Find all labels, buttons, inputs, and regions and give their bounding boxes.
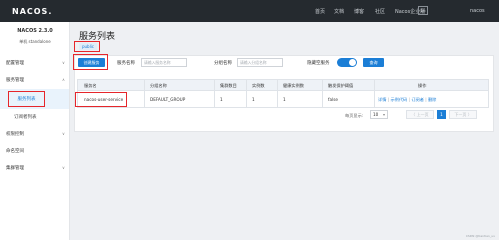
chevron-up-icon: ∧ [62,77,65,82]
user-menu[interactable]: nacos [470,8,485,14]
prev-page-button[interactable]: 〈 上一页 [406,110,434,119]
sidebar-version: NACOS 2.3.0 [17,28,53,34]
logo-text: NACOS. [12,6,53,16]
nav-home[interactable]: 首页 [315,8,325,15]
service-name-highlight [75,92,127,107]
subscribers-link[interactable]: 订阅者 [411,97,424,102]
column-header-instances: 实例数 [252,83,265,88]
page-size-value: 10 [373,112,379,117]
column-header-clusters: 集群数目 [220,83,237,88]
chevron-down-icon: ▾ [382,112,385,117]
service-name-label: 服务名称 [117,61,135,66]
instances-cell: 1 [252,97,255,102]
nacos-logo[interactable]: NACOS. [12,5,52,17]
namespace-tag[interactable]: public [79,43,97,50]
table-row: nacos-user-service DEFAULT_GROUP 1 1 1 f… [77,91,489,108]
next-page-button[interactable]: 下一页 〉 [449,110,477,119]
service-name-input[interactable]: 请输入服务名称 [141,58,187,67]
column-header-group: 分组名称 [150,83,167,88]
sidebar: NACOS 2.3.0 单机 standalone 配置管理 ∨ 服务管理 ∧ … [0,22,70,240]
nav-community[interactable]: 社区 [375,8,385,15]
top-navbar: NACOS. 首页 文档 博客 社区 Nacos企业版 En nacos [0,0,499,22]
language-switch-button[interactable]: En [418,6,428,15]
sidebar-item-access-control[interactable]: 权限控制 [6,131,24,137]
hide-empty-toggle[interactable] [337,58,357,67]
chevron-down-icon: ∨ [62,131,65,136]
group-name-input[interactable]: 请输入分组名称 [237,58,283,67]
healthy-cell: 1 [283,97,286,102]
watermark: CSDN @tiantian_uv [465,234,495,238]
page-size-select[interactable]: 10 ▾ [370,110,388,119]
toggle-knob [349,59,356,66]
group-name-cell: DEFAULT_GROUP [150,97,186,102]
page-size-label: 每页显示: [345,113,364,118]
sidebar-mode: 单机 standalone [19,39,51,44]
nav-docs[interactable]: 文档 [334,8,344,15]
table-header: 服务名 分组名称 集群数目 实例数 健康实例数 触发保护阈值 操作 [77,79,489,92]
sidebar-item-subscribers[interactable]: 订阅者列表 [14,114,37,120]
sidebar-item-service-list[interactable]: 服务列表 [8,91,45,107]
group-name-label: 分组名称 [214,61,232,66]
chevron-down-icon: ∨ [62,165,65,170]
threshold-cell: false [328,97,338,102]
column-header-healthy: 健康实例数 [283,83,304,88]
chevron-down-icon: ∨ [62,60,65,65]
column-header-actions: 操作 [418,83,427,88]
query-button[interactable]: 查询 [363,58,384,67]
create-service-button[interactable]: 创建服务 [78,58,105,67]
sidebar-item-config-management[interactable]: 配置管理 [6,60,24,66]
page-number-current[interactable]: 1 [437,110,446,119]
nav-blog[interactable]: 博客 [354,8,364,15]
column-divider [144,91,145,108]
sidebar-item-namespace[interactable]: 命名空间 [6,148,24,154]
column-divider [322,91,323,108]
column-header-threshold: 触发保护阈值 [328,83,354,88]
sample-code-link[interactable]: 示例代码 [390,97,407,102]
clusters-cell: 1 [220,97,223,102]
row-actions: 详情 | 示例代码 | 订阅者 | 删除 [378,97,436,103]
column-divider [214,91,215,108]
column-divider [277,91,278,108]
sidebar-item-cluster-management[interactable]: 集群管理 [6,165,24,171]
sidebar-item-service-management[interactable]: 服务管理 [6,77,24,83]
column-divider [374,91,375,108]
hide-empty-label: 隐藏空服务 [307,61,330,66]
delete-link[interactable]: 删除 [428,97,436,102]
column-divider [246,91,247,108]
column-header-service: 服务名 [84,83,97,88]
